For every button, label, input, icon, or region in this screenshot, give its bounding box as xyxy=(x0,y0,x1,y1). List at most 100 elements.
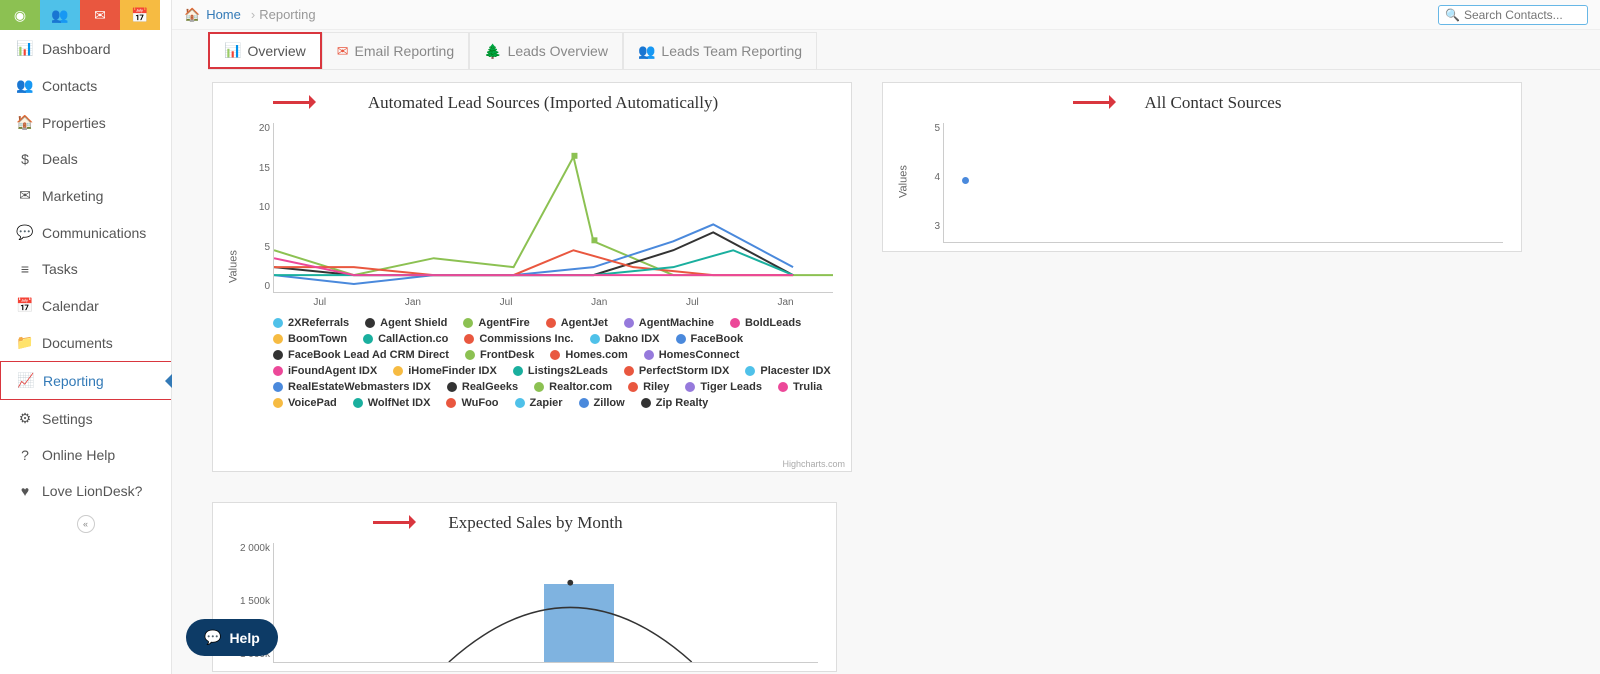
sidebar-label: Deals xyxy=(42,151,78,167)
legend-swatch xyxy=(546,318,556,328)
panel-lead-sources: Automated Lead Sources (Imported Automat… xyxy=(212,82,852,472)
legend-item[interactable]: VoicePad xyxy=(273,397,337,409)
chart3-title: Expected Sales by Month xyxy=(253,513,818,533)
legend-label: Listings2Leads xyxy=(528,365,608,377)
legend-item[interactable]: Zip Realty xyxy=(641,397,709,409)
legend-item[interactable]: iFoundAgent IDX xyxy=(273,365,377,377)
tab-icon: 📊 xyxy=(224,42,241,59)
legend-swatch xyxy=(590,334,600,344)
breadcrumb-home[interactable]: Home xyxy=(206,7,241,22)
legend-item[interactable]: AgentJet xyxy=(546,317,608,329)
legend-item[interactable]: FaceBook xyxy=(676,333,744,345)
sidebar-collapse[interactable]: « xyxy=(0,515,171,533)
tab-leads-overview[interactable]: 🌲Leads Overview xyxy=(469,32,623,69)
quick-calendar-button[interactable]: 📅 xyxy=(120,0,160,30)
legend-item[interactable]: Zapier xyxy=(515,397,563,409)
legend-item[interactable]: Homes.com xyxy=(550,349,627,361)
chart1-plot: 20151050 JulJanJulJanJulJan xyxy=(273,123,833,293)
legend-swatch xyxy=(273,318,283,328)
legend-label: Agent Shield xyxy=(380,317,447,329)
sidebar-item-documents[interactable]: 📁Documents xyxy=(0,324,171,361)
report-tabs: 📊 Overview ✉ Email Reporting 🌲Leads Overview… xyxy=(208,32,1600,70)
sidebar-icon: 📅 xyxy=(14,297,36,314)
legend-item[interactable]: WolfNet IDX xyxy=(353,397,431,409)
sidebar-icon: ≡ xyxy=(14,261,36,277)
legend-label: iHomeFinder IDX xyxy=(408,365,497,377)
sidebar-item-communications[interactable]: 💬Communications xyxy=(0,214,171,251)
legend-item[interactable]: 2XReferrals xyxy=(273,317,349,329)
legend-item[interactable]: BoomTown xyxy=(273,333,347,345)
legend-item[interactable]: HomesConnect xyxy=(644,349,740,361)
home-icon: 🏠 xyxy=(184,7,200,23)
sidebar-item-reporting[interactable]: 📈Reporting xyxy=(0,361,171,400)
legend-item[interactable]: RealEstateWebmasters IDX xyxy=(273,381,431,393)
legend-item[interactable]: Riley xyxy=(628,381,669,393)
sidebar-item-love-liondesk-[interactable]: ♥Love LionDesk? xyxy=(0,473,171,509)
legend-swatch xyxy=(641,398,651,408)
legend-item[interactable]: CallAction.co xyxy=(363,333,448,345)
header-bar: 🏠 Home › Reporting 🔍 xyxy=(172,0,1600,30)
legend-item[interactable]: Commissions Inc. xyxy=(464,333,573,345)
legend-item[interactable]: Trulia xyxy=(778,381,822,393)
legend-item[interactable]: AgentFire xyxy=(463,317,529,329)
legend-swatch xyxy=(446,398,456,408)
tab-label: Email Reporting xyxy=(355,43,455,59)
sidebar-item-calendar[interactable]: 📅Calendar xyxy=(0,287,171,324)
chart2-ylabel: Values xyxy=(897,165,909,198)
legend-label: FaceBook Lead Ad CRM Direct xyxy=(288,349,449,361)
legend-swatch xyxy=(273,366,283,376)
chart1-ylabel: Values xyxy=(227,250,239,283)
legend-item[interactable]: Agent Shield xyxy=(365,317,447,329)
sidebar-item-online-help[interactable]: ?Online Help xyxy=(0,437,171,473)
sidebar-item-tasks[interactable]: ≡ Tasks xyxy=(0,251,171,287)
legend-item[interactable]: WuFoo xyxy=(446,397,498,409)
legend-swatch xyxy=(579,398,589,408)
legend-swatch xyxy=(644,350,654,360)
tab-overview[interactable]: 📊 Overview xyxy=(208,32,322,69)
sidebar-item-settings[interactable]: ⚙Settings xyxy=(0,400,171,437)
sidebar-item-dashboard[interactable]: 📊Dashboard xyxy=(0,30,171,67)
search-box[interactable]: 🔍 xyxy=(1438,5,1588,25)
quick-contacts-button[interactable]: 👥 xyxy=(40,0,80,30)
tab-leads-team-reporting[interactable]: 👥Leads Team Reporting xyxy=(623,32,817,69)
quick-dashboard-button[interactable]: ◉ xyxy=(0,0,40,30)
legend-item[interactable]: FrontDesk xyxy=(465,349,534,361)
sidebar-label: Tasks xyxy=(42,261,78,277)
legend-item[interactable]: PerfectStorm IDX xyxy=(624,365,729,377)
legend-label: WuFoo xyxy=(461,397,498,409)
legend-item[interactable]: FaceBook Lead Ad CRM Direct xyxy=(273,349,449,361)
tab-icon: 👥 xyxy=(638,43,655,60)
legend-item[interactable]: Tiger Leads xyxy=(685,381,762,393)
legend-item[interactable]: iHomeFinder IDX xyxy=(393,365,497,377)
legend-item[interactable]: Realtor.com xyxy=(534,381,612,393)
tab-label: Overview xyxy=(247,43,305,59)
quick-mail-button[interactable]: ✉ xyxy=(80,0,120,30)
sidebar-item-marketing[interactable]: ✉Marketing xyxy=(0,177,171,214)
legend-label: PerfectStorm IDX xyxy=(639,365,729,377)
legend-label: Homes.com xyxy=(565,349,627,361)
chart2-point xyxy=(962,177,969,184)
topbar-quick-actions: ◉ 👥 ✉ 📅 xyxy=(0,0,160,30)
legend-item[interactable]: BoldLeads xyxy=(730,317,801,329)
annotation-arrow xyxy=(1073,95,1123,109)
tab-email-reporting[interactable]: ✉ Email Reporting xyxy=(322,32,469,69)
legend-swatch xyxy=(624,366,634,376)
tab-icon: ✉ xyxy=(337,43,349,60)
legend-label: iFoundAgent IDX xyxy=(288,365,377,377)
legend-label: Commissions Inc. xyxy=(479,333,573,345)
legend-item[interactable]: RealGeeks xyxy=(447,381,518,393)
legend-item[interactable]: Listings2Leads xyxy=(513,365,608,377)
legend-item[interactable]: AgentMachine xyxy=(624,317,714,329)
sidebar-item-properties[interactable]: 🏠Properties xyxy=(0,104,171,141)
chart1-title: Automated Lead Sources (Imported Automat… xyxy=(253,93,833,113)
help-button[interactable]: 💬 Help xyxy=(186,619,278,656)
chart1-credit: Highcharts.com xyxy=(782,459,845,469)
sidebar-item-deals[interactable]: $Deals xyxy=(0,141,171,177)
legend-label: BoomTown xyxy=(288,333,347,345)
sidebar-item-contacts[interactable]: 👥Contacts xyxy=(0,67,171,104)
legend-item[interactable]: Dakno IDX xyxy=(590,333,660,345)
legend-item[interactable]: Zillow xyxy=(579,397,625,409)
legend-item[interactable]: Placester IDX xyxy=(745,365,830,377)
search-icon: 🔍 xyxy=(1445,8,1460,22)
search-input[interactable] xyxy=(1464,8,1584,22)
